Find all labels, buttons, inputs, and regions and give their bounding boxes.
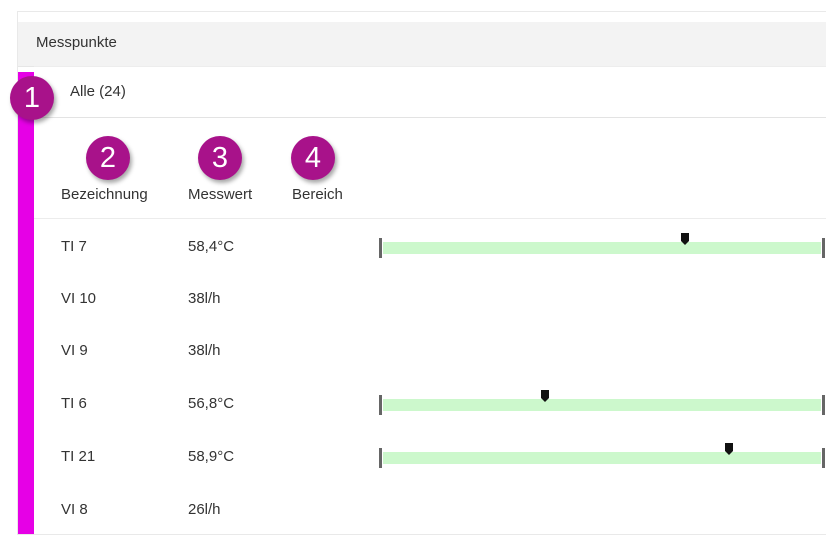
range-min-cap [379,448,382,468]
measurement-name: VI 8 [61,501,88,518]
measurement-name: TI 6 [61,395,87,412]
range-track [383,399,821,411]
measurement-value: 26l/h [188,501,221,518]
range-max-cap [822,395,825,415]
range-indicator [379,443,826,468]
column-header-value[interactable]: Messwert [188,186,252,203]
table-row[interactable]: VI 8 26l/h [34,484,826,536]
callout-badge-1: 1 [10,76,54,120]
range-indicator [379,390,826,415]
group-label: Alle (24) [70,83,126,100]
measurement-name: VI 10 [61,290,97,307]
panel-title: Messpunkte [36,34,117,51]
range-min-cap [379,238,382,258]
table-row[interactable]: TI 6 56,8°C [34,378,826,430]
range-track [383,242,821,254]
measurement-name: TI 7 [61,238,87,255]
measurement-value: 56,8°C [188,395,235,412]
group-header-all[interactable]: Alle (24) [34,66,826,118]
table-row[interactable]: TI 21 58,9°C [34,431,826,483]
value-marker-icon [541,390,550,402]
measurement-value: 38l/h [188,290,221,307]
measurement-value: 38l/h [188,342,221,359]
group-accent-bar [18,72,34,534]
range-min-cap [379,395,382,415]
value-marker-icon [681,233,690,245]
table-row[interactable]: TI 7 58,4°C [34,221,826,273]
measurement-name: VI 9 [61,342,88,359]
measurement-value: 58,9°C [188,448,235,465]
table-row[interactable]: VI 9 38l/h [34,325,826,377]
callout-badge-2: 2 [86,136,130,180]
column-header-range[interactable]: Bereich [292,186,343,203]
range-indicator [379,233,826,258]
range-max-cap [822,448,825,468]
value-marker-icon [725,443,734,455]
panel-header: Messpunkte [18,22,826,67]
callout-badge-4: 4 [291,136,335,180]
measurement-value: 58,4°C [188,238,235,255]
range-max-cap [822,238,825,258]
callout-badge-3: 3 [198,136,242,180]
header-divider [34,218,826,219]
column-header-name[interactable]: Bezeichnung [61,186,148,203]
table-row[interactable]: VI 10 38l/h [34,273,826,325]
range-track [383,452,821,464]
measurement-name: TI 21 [61,448,96,465]
